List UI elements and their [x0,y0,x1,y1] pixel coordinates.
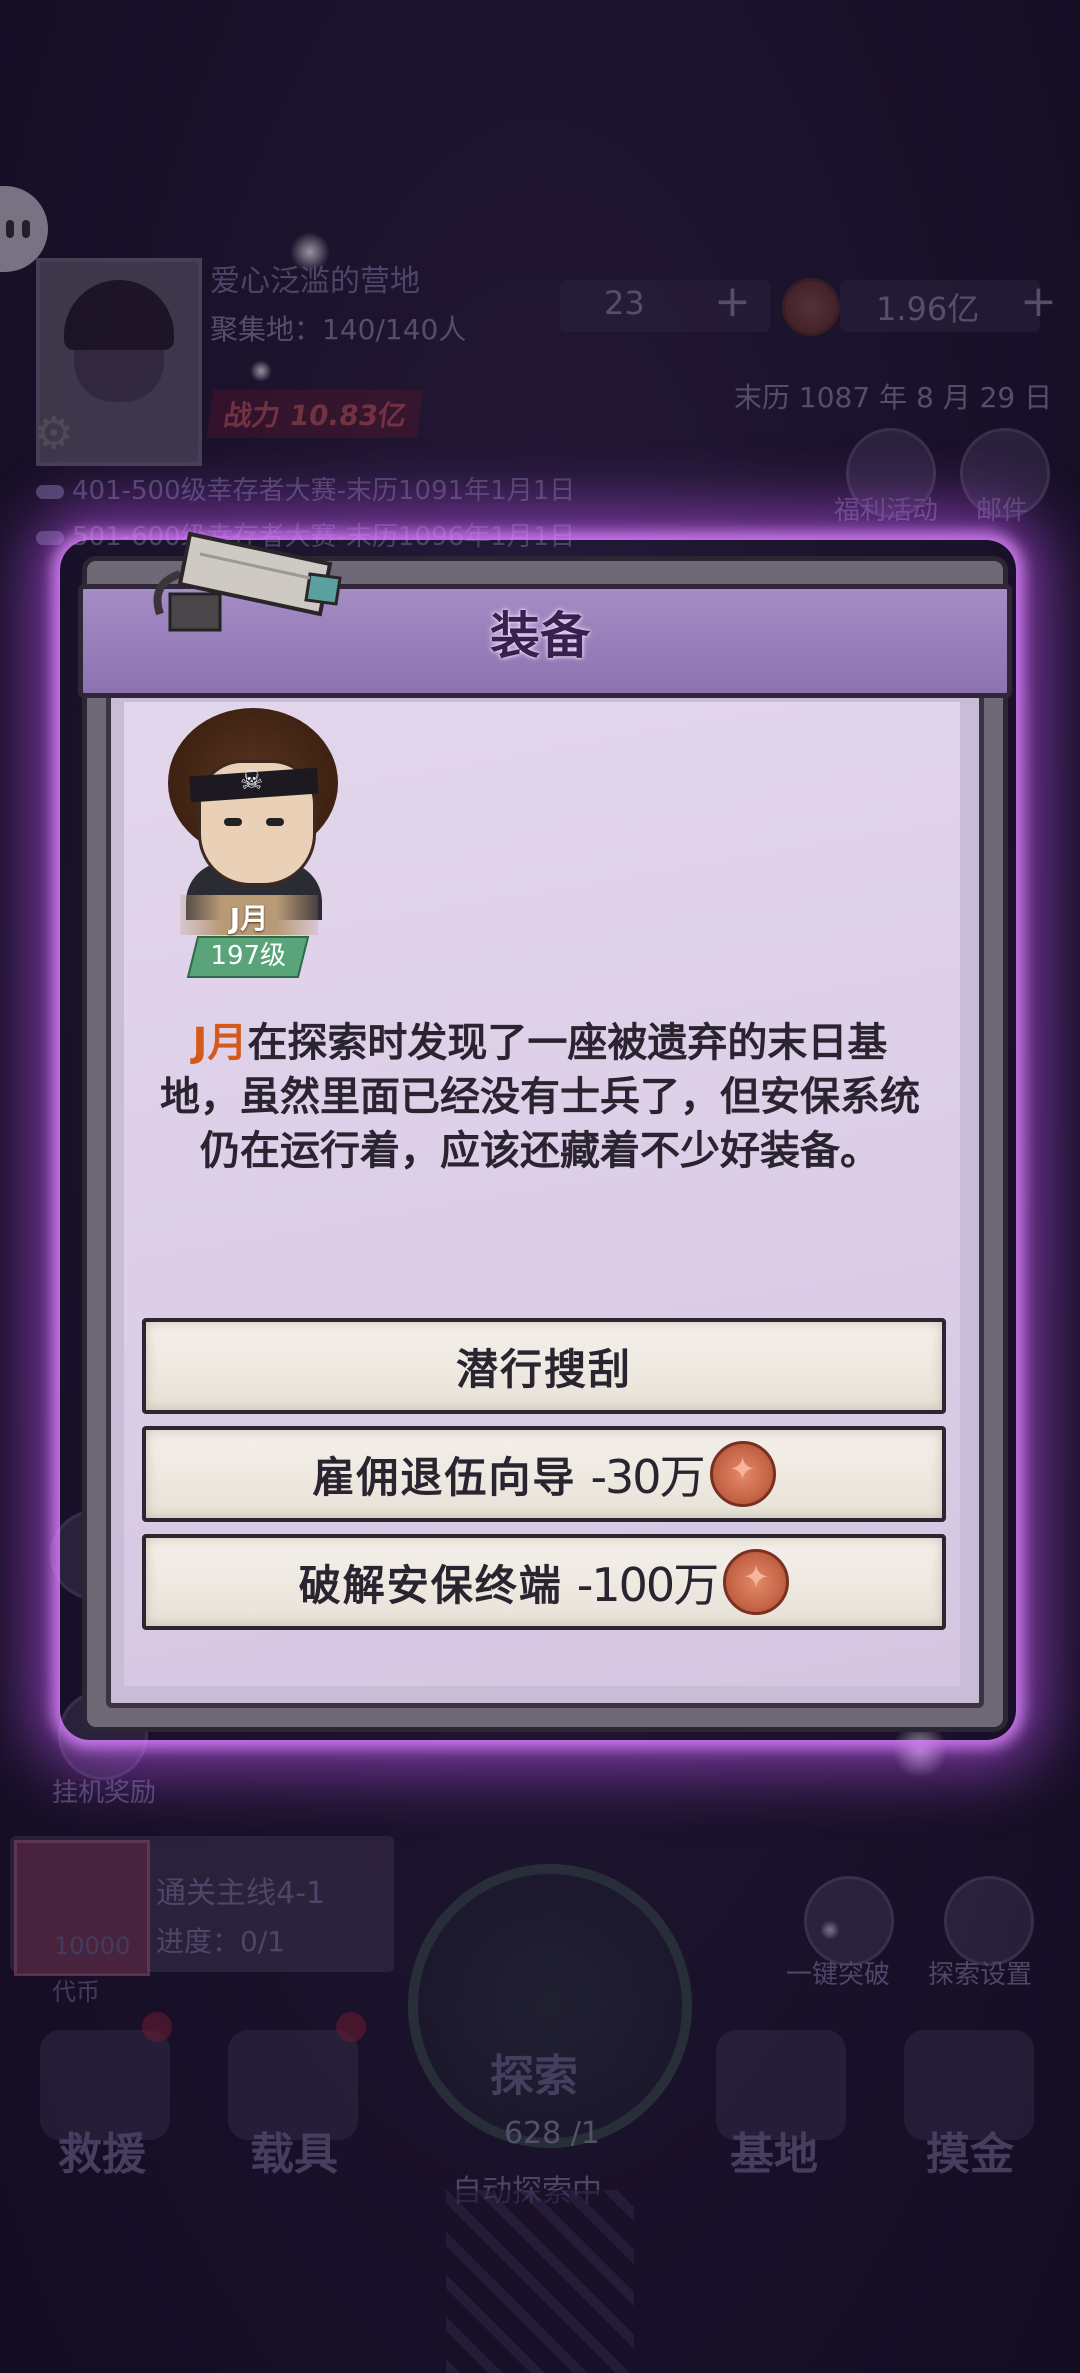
character-level-badge: 197级 [186,936,310,978]
character-name: J月 [229,902,269,935]
choice-label: 雇佣退伍向导 [312,1452,577,1502]
choice-hire-guide-button[interactable]: 雇佣退伍向导 -30万 [142,1426,946,1522]
event-description: J月在探索时发现了一座被遗弃的末日基地，虽然里面已经没有士兵了，但安保系统仍在运… [160,1016,920,1178]
modal-title: 装备 [490,607,590,665]
choice-label: 潜行搜刮 [455,1344,632,1394]
skull-icon: ☠ [240,766,264,796]
character-eye-right [266,818,284,826]
security-camera-icon [153,531,342,632]
event-text: 在探索时发现了一座被遗弃的末日基地，虽然里面已经没有士兵了，但安保系统仍在运行着… [160,1020,920,1174]
character-level: 197级 [210,941,287,971]
choice-cost: -30万 [590,1450,705,1504]
choice-label: 破解安保终端 [298,1560,563,1610]
coin-icon [723,1549,790,1615]
character-eye-left [224,818,242,826]
coin-icon [709,1441,776,1507]
choice-hack-terminal-button[interactable]: 破解安保终端 -100万 [142,1534,946,1630]
event-character-name: J月 [192,1020,248,1066]
choice-cost: -100万 [576,1558,719,1612]
choice-sneak-loot-button[interactable]: 潜行搜刮 [142,1318,946,1414]
